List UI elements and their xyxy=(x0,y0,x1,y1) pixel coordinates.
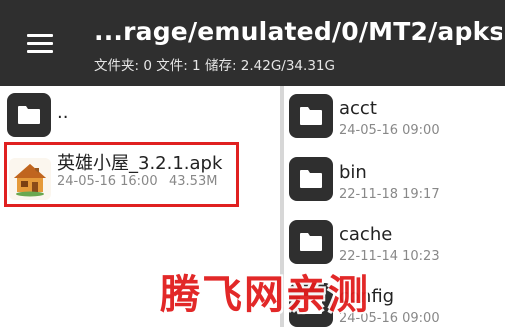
menu-bar xyxy=(27,50,53,53)
path-storage-info: 文件夹: 0 文件: 1 储存: 2.42G/34.31G xyxy=(94,58,335,74)
list-item-name: .. xyxy=(57,102,69,123)
list-item-acct[interactable]: acct 24-05-16 09:00 xyxy=(284,86,505,149)
watermark: 腾飞网亲测 xyxy=(160,272,370,318)
folder-icon xyxy=(289,94,333,138)
folder-icon xyxy=(7,93,51,137)
list-item-name: acct xyxy=(339,98,377,119)
list-item-name: cache xyxy=(339,224,393,245)
folder-glyph xyxy=(18,106,40,124)
list-item-date: 24-05-16 09:00 xyxy=(339,123,440,138)
list-item-parent-dir[interactable]: .. xyxy=(0,86,280,142)
current-path-title[interactable]: ...rage/emulated/0/MT2/apks/ xyxy=(94,17,502,46)
list-item-bin[interactable]: bin 22-11-18 19:17 xyxy=(284,149,505,212)
folder-glyph xyxy=(300,170,322,188)
folder-glyph xyxy=(300,107,322,125)
top-toolbar: ...rage/emulated/0/MT2/apks/ 文件夹: 0 文件: … xyxy=(0,0,505,86)
list-item-date: 22-11-18 19:17 xyxy=(339,187,440,202)
highlight-box xyxy=(4,142,239,207)
hamburger-menu-icon[interactable] xyxy=(20,26,60,60)
menu-bar xyxy=(27,34,53,37)
folder-icon xyxy=(289,157,333,201)
folder-icon xyxy=(289,220,333,264)
list-item-name: bin xyxy=(339,162,367,183)
menu-bar xyxy=(27,42,53,45)
folder-glyph xyxy=(300,233,322,251)
